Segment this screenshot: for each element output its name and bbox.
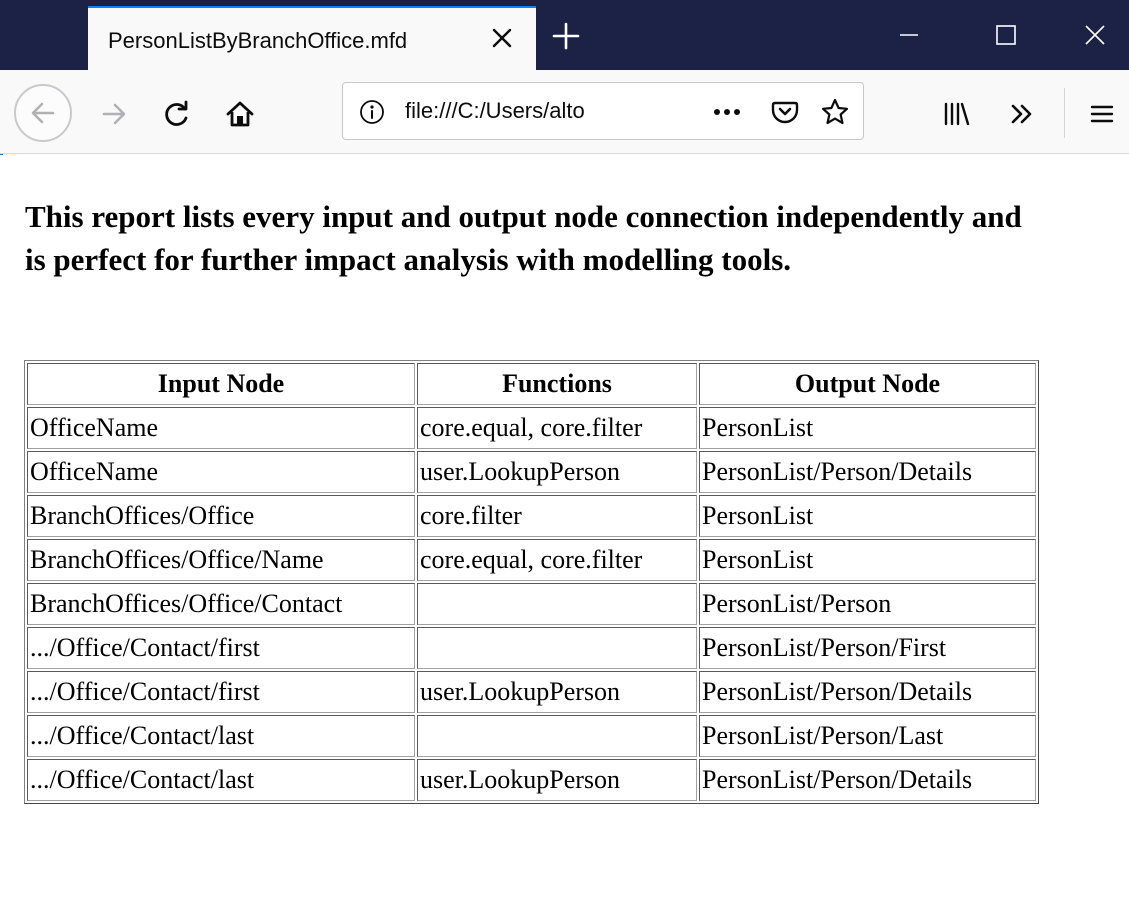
tab-strip: PersonListByBranchOffice.mfd	[0, 0, 1129, 70]
chevron-double-right-icon[interactable]	[1000, 92, 1044, 136]
home-icon[interactable]	[218, 92, 262, 136]
table-row: OfficeName core.equal, core.filter Perso…	[27, 407, 1036, 449]
input-node-cell: BranchOffices/Office	[27, 495, 415, 537]
table-row: .../Office/Contact/first user.LookupPers…	[27, 671, 1036, 713]
input-node-cell: OfficeName	[27, 407, 415, 449]
address-bar[interactable]: file:///C:/Users/alto	[342, 82, 864, 140]
functions-cell: core.equal, core.filter	[417, 407, 697, 449]
column-header-functions: Functions	[417, 363, 697, 405]
input-node-cell: BranchOffices/Office/Contact	[27, 583, 415, 625]
table-row: BranchOffices/Office/Contact PersonList/…	[27, 583, 1036, 625]
functions-cell: user.LookupPerson	[417, 451, 697, 493]
hamburger-menu-icon[interactable]	[1080, 92, 1124, 136]
functions-cell	[417, 583, 697, 625]
table-row: BranchOffices/Office core.filter PersonL…	[27, 495, 1036, 537]
output-node-cell: PersonList	[699, 495, 1036, 537]
output-node-cell: PersonList/Person/Details	[699, 759, 1036, 801]
output-node-cell: PersonList/Person	[699, 583, 1036, 625]
input-node-cell: OfficeName	[27, 451, 415, 493]
table-header-row: Input Node Functions Output Node	[27, 363, 1036, 405]
table-row: BranchOffices/Office/Name core.equal, co…	[27, 539, 1036, 581]
table-row: .../Office/Contact/last user.LookupPerso…	[27, 759, 1036, 801]
library-icon[interactable]	[934, 92, 978, 136]
reload-icon[interactable]	[155, 92, 199, 136]
functions-cell: core.filter	[417, 495, 697, 537]
input-node-cell: .../Office/Contact/first	[27, 627, 415, 669]
table-row: .../Office/Contact/last PersonList/Perso…	[27, 715, 1036, 757]
table-row: .../Office/Contact/first PersonList/Pers…	[27, 627, 1036, 669]
output-node-cell: PersonList/Person/Details	[699, 451, 1036, 493]
close-icon[interactable]	[486, 22, 518, 54]
report-heading: This report lists every input and output…	[25, 199, 1022, 277]
input-node-cell: BranchOffices/Office/Name	[27, 539, 415, 581]
functions-cell: user.LookupPerson	[417, 759, 697, 801]
functions-cell	[417, 715, 697, 757]
active-tab[interactable]: PersonListByBranchOffice.mfd	[88, 6, 536, 70]
column-header-output-node: Output Node	[699, 363, 1036, 405]
output-node-cell: PersonList	[699, 407, 1036, 449]
new-tab-plus-icon[interactable]	[548, 18, 584, 54]
input-node-cell: .../Office/Contact/last	[27, 759, 415, 801]
output-node-cell: PersonList/Person/First	[699, 627, 1036, 669]
output-node-cell: PersonList/Person/Last	[699, 715, 1036, 757]
functions-cell: core.equal, core.filter	[417, 539, 697, 581]
navigation-toolbar: file:///C:/Users/alto	[0, 70, 1129, 154]
info-icon[interactable]	[359, 99, 385, 125]
input-node-cell: .../Office/Contact/last	[27, 715, 415, 757]
back-arrow-icon[interactable]	[14, 84, 72, 142]
window-close-icon[interactable]	[1072, 12, 1118, 58]
output-node-cell: PersonList/Person/Details	[699, 671, 1036, 713]
column-header-input-node: Input Node	[27, 363, 415, 405]
pocket-icon[interactable]	[763, 91, 807, 133]
table-row: OfficeName user.LookupPerson PersonList/…	[27, 451, 1036, 493]
minimize-icon[interactable]	[886, 12, 932, 58]
toolbar-separator	[1064, 88, 1065, 138]
input-node-cell: .../Office/Contact/first	[27, 671, 415, 713]
tab-title: PersonListByBranchOffice.mfd	[108, 28, 408, 53]
forward-arrow-icon[interactable]	[92, 92, 136, 136]
functions-cell	[417, 627, 697, 669]
functions-cell: user.LookupPerson	[417, 671, 697, 713]
maximize-icon[interactable]	[983, 12, 1029, 58]
page-content: This report lists every input and output…	[0, 155, 1129, 923]
output-node-cell: PersonList	[699, 539, 1036, 581]
ellipsis-icon[interactable]	[705, 91, 749, 133]
connection-table: Input Node Functions Output Node OfficeN…	[24, 360, 1039, 804]
url-text[interactable]: file:///C:/Users/alto	[405, 98, 637, 124]
star-icon[interactable]	[813, 91, 857, 133]
